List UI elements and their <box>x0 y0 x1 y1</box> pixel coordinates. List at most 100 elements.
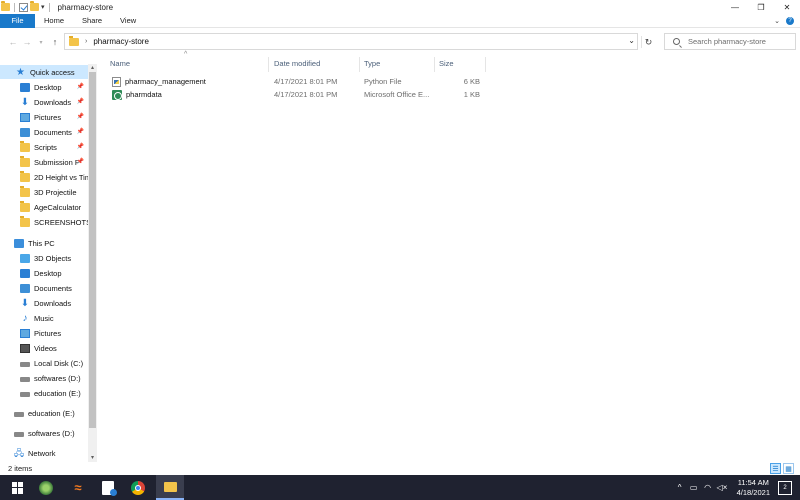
drive-icon <box>20 377 30 382</box>
maximize-button[interactable]: ❐ <box>748 0 774 14</box>
sidebar-item-videos[interactable]: Videos <box>0 341 88 355</box>
tab-home[interactable]: Home <box>35 14 73 28</box>
sidebar-item-local-disk-c[interactable]: Local Disk (C:) <box>0 356 88 370</box>
start-button[interactable] <box>4 475 32 500</box>
folder-icon[interactable] <box>1 1 10 11</box>
column-header-size[interactable]: Size <box>439 55 454 72</box>
scroll-up-icon[interactable]: ▴ <box>88 64 97 72</box>
sidebar-item-label: 3D Objects <box>34 253 72 263</box>
volume-icon[interactable]: ◁× <box>717 483 728 492</box>
battery-icon[interactable]: ▭ <box>689 483 699 492</box>
sidebar-item-scripts[interactable]: Scripts 📌 <box>0 140 88 154</box>
sidebar-item-label: Downloads <box>34 97 72 107</box>
minimize-button[interactable]: — <box>722 0 748 14</box>
sidebar-item-label: Network <box>28 448 56 458</box>
sidebar-item-quick-access[interactable]: ★ Quick access <box>0 65 88 79</box>
recent-locations-icon[interactable]: ▾ <box>34 35 48 49</box>
sidebar-item-label: Documents <box>34 127 72 137</box>
folder-icon <box>20 155 30 167</box>
tab-share[interactable]: Share <box>73 14 111 28</box>
sidebar-item-desktop[interactable]: Desktop 📌 <box>0 80 88 94</box>
search-box[interactable] <box>664 33 796 50</box>
column-header-type[interactable]: Type <box>364 55 380 72</box>
large-icons-view-icon[interactable]: ▦ <box>783 463 794 474</box>
sidebar-scrollbar[interactable]: ▴ ▾ <box>88 64 97 462</box>
sidebar-item-music[interactable]: ♪ Music <box>0 311 88 325</box>
wifi-icon[interactable]: ◠ <box>703 483 713 492</box>
python-file-icon <box>112 76 121 87</box>
sidebar-item-pc-pictures[interactable]: Pictures <box>0 326 88 340</box>
folder-icon <box>20 215 30 227</box>
tab-view[interactable]: View <box>111 14 145 28</box>
sidebar-item-screenshots[interactable]: SCREENSHOTS <box>0 215 88 229</box>
drive-icon <box>14 432 24 437</box>
refresh-icon[interactable]: ↻ <box>641 36 655 48</box>
view-switcher: ☰ ▦ <box>770 462 794 475</box>
file-row[interactable]: pharmdata 4/17/2021 8:01 PM Microsoft Of… <box>106 88 486 101</box>
tab-file[interactable]: File <box>0 13 35 28</box>
sidebar-item-3d-objects[interactable]: 3D Objects <box>0 251 88 265</box>
taskbar-file-explorer[interactable] <box>156 475 184 500</box>
sidebar-item-education-e[interactable]: education (E:) <box>0 386 88 400</box>
sidebar-item-submission[interactable]: Submission P 📌 <box>0 155 88 169</box>
videos-icon <box>20 343 30 353</box>
sidebar-item-education-e-drive[interactable]: education (E:) <box>0 406 88 420</box>
column-header-name[interactable]: Name <box>110 55 130 72</box>
sidebar-item-label: Pictures <box>34 328 62 338</box>
sidebar-item-network[interactable]: 🖧 Network <box>0 446 88 460</box>
chevron-down-icon[interactable]: ⌄ <box>628 36 635 45</box>
column-divider[interactable] <box>485 57 486 72</box>
sidebar-item-pc-documents[interactable]: Documents <box>0 281 88 295</box>
help-icon[interactable]: ? <box>786 17 794 25</box>
taskbar-chrome[interactable] <box>124 475 152 500</box>
sidebar-item-label: This PC <box>28 238 55 248</box>
sidebar-item-label: 2D Height vs Tim <box>34 172 88 182</box>
details-view-icon[interactable]: ☰ <box>770 463 781 474</box>
column-divider[interactable] <box>434 57 435 72</box>
sidebar-item-documents[interactable]: Documents 📌 <box>0 125 88 139</box>
taskbar-app-1[interactable] <box>32 475 60 500</box>
file-row[interactable]: pharmacy_management 4/17/2021 8:01 PM Py… <box>106 75 486 88</box>
address-bar[interactable]: › pharmacy-store ⌄ <box>64 33 638 50</box>
expand-ribbon-icon[interactable]: ⌄ <box>774 17 780 25</box>
sidebar-item-label: Desktop <box>34 82 62 92</box>
documents-icon <box>20 127 30 137</box>
scroll-down-icon[interactable]: ▾ <box>88 454 97 462</box>
sidebar-item-label: SCREENSHOTS <box>34 217 88 227</box>
sidebar-item-softwares-d[interactable]: softwares (D:) <box>0 371 88 385</box>
close-button[interactable]: ✕ <box>774 0 800 14</box>
column-divider[interactable] <box>359 57 360 72</box>
properties-icon[interactable] <box>19 2 28 12</box>
taskbar-app-3[interactable] <box>94 475 122 500</box>
sidebar-item-this-pc[interactable]: This PC <box>0 236 88 250</box>
chevron-down-icon[interactable]: ▾ <box>41 3 45 11</box>
search-icon <box>673 38 680 45</box>
taskbar-app-2[interactable]: ≈ <box>64 475 92 500</box>
access-database-icon <box>112 89 122 100</box>
pin-icon: 📌 <box>76 99 84 105</box>
search-input[interactable] <box>688 37 788 46</box>
navigation-pane: ★ Quick access Desktop 📌 ⬇ Downloads 📌 P… <box>0 64 88 462</box>
notification-icon[interactable]: 2 <box>778 480 792 495</box>
up-arrow-icon[interactable]: ↑ <box>48 35 62 49</box>
forward-arrow-icon[interactable]: → <box>20 35 34 49</box>
chevron-up-icon[interactable]: ^ <box>675 483 685 492</box>
breadcrumb[interactable]: pharmacy-store <box>93 37 149 46</box>
sidebar-item-agecalculator[interactable]: AgeCalculator <box>0 200 88 214</box>
scrollbar-thumb[interactable] <box>89 72 96 428</box>
chevron-right-icon[interactable]: › <box>85 38 87 45</box>
sidebar-item-pc-desktop[interactable]: Desktop <box>0 266 88 280</box>
sidebar-item-softwares-d-drive[interactable]: softwares (D:) <box>0 426 88 440</box>
ribbon-controls: ⌄ ? <box>774 14 794 28</box>
column-divider[interactable] <box>268 57 269 72</box>
sidebar-item-downloads[interactable]: ⬇ Downloads 📌 <box>0 95 88 109</box>
column-header-date[interactable]: Date modified <box>274 55 320 72</box>
sidebar-item-2d-height[interactable]: 2D Height vs Tim <box>0 170 88 184</box>
back-arrow-icon[interactable]: ← <box>6 35 20 49</box>
sidebar-item-3d-projectile[interactable]: 3D Projectile <box>0 185 88 199</box>
sidebar-item-pictures[interactable]: Pictures 📌 <box>0 110 88 124</box>
sidebar-item-pc-downloads[interactable]: ⬇ Downloads <box>0 296 88 310</box>
divider <box>48 2 50 12</box>
new-folder-icon[interactable] <box>30 1 39 11</box>
clock[interactable]: 11:54 AM 4/18/2021 <box>737 478 770 498</box>
